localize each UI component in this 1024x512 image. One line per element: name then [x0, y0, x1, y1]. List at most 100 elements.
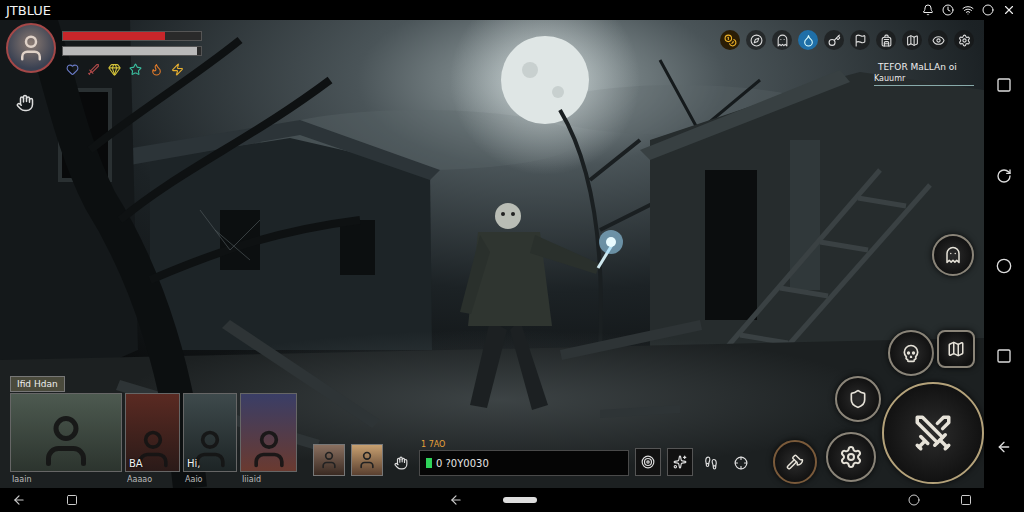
eye-icon — [932, 34, 945, 47]
party-member[interactable]: Hi, Aaio — [183, 393, 237, 484]
flag-icon — [854, 34, 867, 47]
bottom-nav — [0, 488, 984, 512]
recent-icon[interactable] — [996, 348, 1012, 364]
item-slot[interactable] — [87, 63, 100, 76]
map-icon — [947, 340, 965, 358]
interact-button[interactable] — [16, 94, 34, 116]
menu-button[interactable] — [928, 30, 948, 50]
star-icon — [129, 63, 142, 76]
member-card[interactable] — [10, 393, 122, 472]
menu-button[interactable] — [850, 30, 870, 50]
item-slot[interactable] — [129, 63, 142, 76]
menu-button[interactable] — [746, 30, 766, 50]
back-icon[interactable] — [996, 439, 1012, 455]
phone-screen: JTBLUE TEFOR MaLLAn oiKauumr Ifid HdanIaai… — [0, 0, 1024, 512]
zap-icon — [171, 63, 184, 76]
member-caption: Aaaao — [125, 475, 152, 484]
action-button[interactable] — [635, 448, 661, 476]
health-bar — [62, 31, 202, 41]
item-slot[interactable] — [66, 63, 79, 76]
menu-button[interactable] — [798, 30, 818, 50]
action-button[interactable] — [699, 450, 723, 476]
quest-title: TEFOR MaLLAn oi — [874, 62, 974, 73]
hand-button[interactable] — [389, 450, 413, 476]
wifi-icon — [962, 4, 974, 16]
search-icon[interactable] — [908, 494, 920, 506]
home-pill[interactable] — [503, 497, 537, 503]
member-caption: Aaio — [183, 475, 203, 484]
menu-button[interactable] — [824, 30, 844, 50]
menu-button[interactable] — [954, 30, 974, 50]
ally-portrait[interactable] — [313, 444, 345, 476]
skill-button[interactable] — [888, 330, 934, 376]
key-icon — [828, 34, 841, 47]
attack-button[interactable] — [882, 382, 984, 484]
party-label: Ifid Hdan — [10, 376, 65, 392]
settings-icon — [958, 34, 971, 47]
gem-icon — [108, 63, 121, 76]
skill-button[interactable] — [773, 440, 817, 484]
party-panel: Ifid HdanIaain BA Aaaao Hi, Aaio Iiiaid — [10, 376, 297, 484]
skill-button[interactable] — [937, 330, 975, 368]
home-icon[interactable] — [66, 494, 78, 506]
menu-icons — [720, 30, 974, 50]
member-card[interactable] — [240, 393, 297, 472]
recent-icon[interactable] — [960, 494, 972, 506]
gear-icon — [839, 445, 863, 469]
footprints-icon — [704, 456, 718, 470]
menu-button[interactable] — [876, 30, 896, 50]
quest-tracker[interactable]: TEFOR MaLLAn oiKauumr — [874, 62, 974, 86]
back-icon[interactable] — [12, 493, 26, 507]
party-member[interactable]: Iiiaid — [240, 393, 297, 484]
reading-text: 0 ?0Y0030 — [436, 458, 489, 469]
party-member[interactable]: Iaain — [10, 393, 122, 484]
member-tag: Hi, — [187, 458, 200, 469]
member-card[interactable]: BA — [125, 393, 180, 472]
rotate-icon[interactable] — [996, 168, 1012, 184]
swords-icon — [912, 412, 954, 454]
coins-icon — [724, 34, 737, 47]
face-icon — [16, 33, 46, 63]
battery-icon — [982, 4, 994, 16]
menu-button[interactable] — [720, 30, 740, 50]
home-icon[interactable] — [996, 258, 1012, 274]
menu-button[interactable] — [902, 30, 922, 50]
action-button[interactable] — [729, 450, 753, 476]
ally-portrait[interactable] — [351, 444, 383, 476]
copy-icon[interactable] — [996, 77, 1012, 93]
carrier-label: JTBLUE — [6, 3, 51, 18]
moon-icon — [501, 36, 589, 124]
shield-icon — [848, 389, 868, 409]
item-slot[interactable] — [150, 63, 163, 76]
back-icon[interactable] — [449, 493, 463, 507]
item-row — [62, 63, 202, 76]
ghost-icon — [944, 246, 962, 264]
side-nav — [984, 20, 1024, 512]
target-icon — [641, 455, 655, 469]
member-caption: Iiiaid — [240, 475, 261, 484]
skill-button[interactable] — [826, 432, 876, 482]
sword-icon — [87, 63, 100, 76]
sparkles-icon — [673, 455, 687, 469]
droplet-icon — [802, 34, 815, 47]
player-character[interactable] — [460, 203, 623, 410]
game-view[interactable]: TEFOR MaLLAn oiKauumr Ifid HdanIaain BA Aaa… — [0, 20, 984, 488]
map-icon — [906, 34, 919, 47]
count-label: 1 7AO — [419, 440, 629, 449]
close-icon[interactable] — [1002, 3, 1016, 17]
skill-button[interactable] — [835, 376, 881, 422]
item-slot[interactable] — [108, 63, 121, 76]
member-card[interactable]: Hi, — [183, 393, 237, 472]
member-tag: BA — [129, 458, 143, 469]
item-slot[interactable] — [171, 63, 184, 76]
main-column: TEFOR MaLLAn oiKauumr Ifid HdanIaain BA Aaa… — [0, 20, 984, 512]
action-button[interactable] — [667, 448, 693, 476]
player-portrait[interactable] — [6, 23, 56, 73]
action-bar: 1 7AO 0 ?0Y0030 — [313, 440, 753, 476]
quest-subtitle: Kauumr — [874, 73, 974, 84]
counter: 1 7AO 0 ?0Y0030 — [419, 440, 629, 476]
menu-button[interactable] — [772, 30, 792, 50]
player-bars — [62, 23, 202, 76]
skill-button[interactable] — [932, 234, 974, 276]
party-member[interactable]: BA Aaaao — [125, 393, 180, 484]
